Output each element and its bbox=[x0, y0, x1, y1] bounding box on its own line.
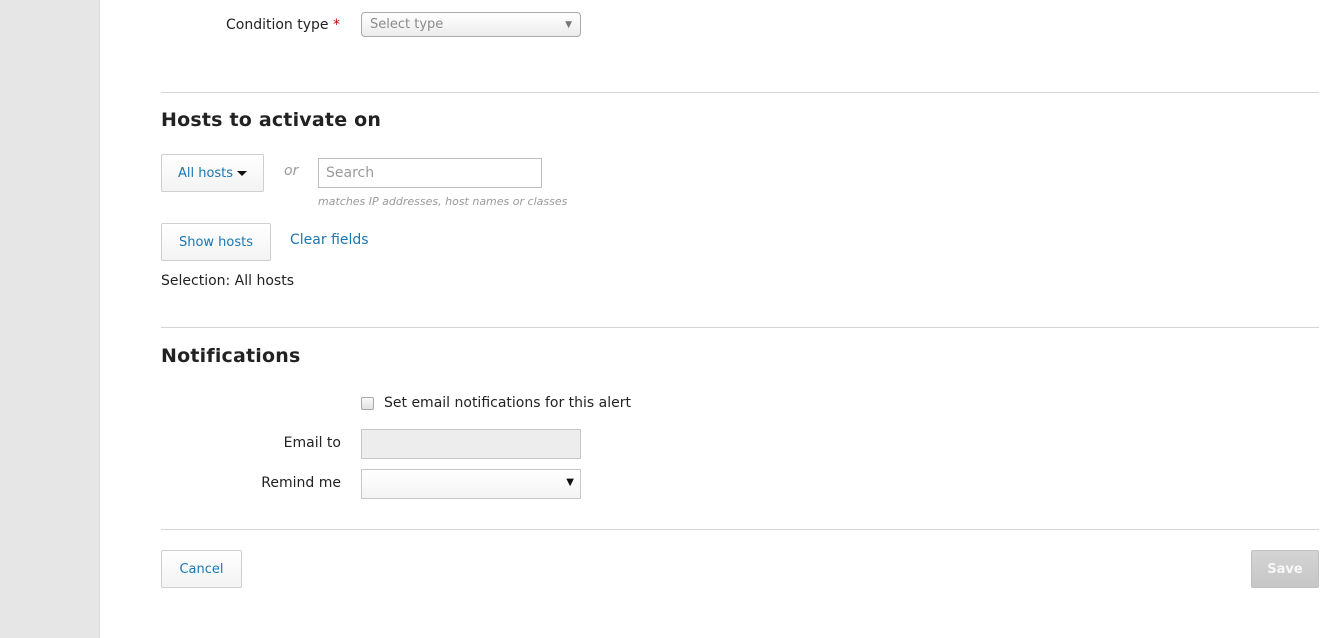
or-label: or bbox=[284, 163, 299, 179]
remind-me-label: Remind me bbox=[261, 475, 341, 491]
section-divider bbox=[161, 327, 1319, 328]
email-to-label: Email to bbox=[283, 435, 341, 451]
all-hosts-dropdown-button[interactable]: All hosts bbox=[161, 154, 264, 192]
save-button[interactable]: Save bbox=[1251, 550, 1319, 588]
required-indicator: * bbox=[333, 17, 340, 33]
condition-type-label: Condition type * bbox=[200, 17, 340, 33]
all-hosts-label: All hosts bbox=[177, 165, 234, 181]
section-divider bbox=[161, 529, 1319, 530]
chevron-down-icon: ▼ bbox=[566, 477, 574, 488]
email-to-field[interactable] bbox=[361, 429, 581, 459]
section-divider bbox=[161, 92, 1319, 93]
save-label: Save bbox=[1267, 561, 1303, 577]
left-sidebar bbox=[0, 0, 100, 638]
condition-type-select[interactable]: Select type ▼ bbox=[361, 12, 581, 37]
hosts-section-title: Hosts to activate on bbox=[161, 109, 382, 131]
cancel-button[interactable]: Cancel bbox=[161, 550, 242, 588]
cancel-label: Cancel bbox=[179, 561, 224, 577]
show-hosts-button[interactable]: Show hosts bbox=[161, 223, 271, 261]
notifications-section-title: Notifications bbox=[161, 345, 301, 367]
clear-fields-link[interactable]: Clear fields bbox=[290, 232, 369, 248]
condition-type-label-text: Condition type bbox=[226, 17, 329, 33]
chevron-down-icon: ▼ bbox=[565, 20, 572, 30]
caret-down-icon bbox=[237, 170, 248, 176]
search-hint: matches IP addresses, host names or clas… bbox=[318, 195, 568, 208]
email-notifications-label: Set email notifications for this alert bbox=[384, 395, 631, 411]
condition-type-placeholder: Select type bbox=[370, 17, 444, 32]
show-hosts-label: Show hosts bbox=[178, 234, 254, 250]
host-search-input[interactable] bbox=[318, 158, 542, 188]
email-notifications-checkbox[interactable] bbox=[361, 397, 374, 410]
remind-me-select[interactable]: ▼ bbox=[361, 469, 581, 499]
selection-text: Selection: All hosts bbox=[161, 273, 295, 289]
